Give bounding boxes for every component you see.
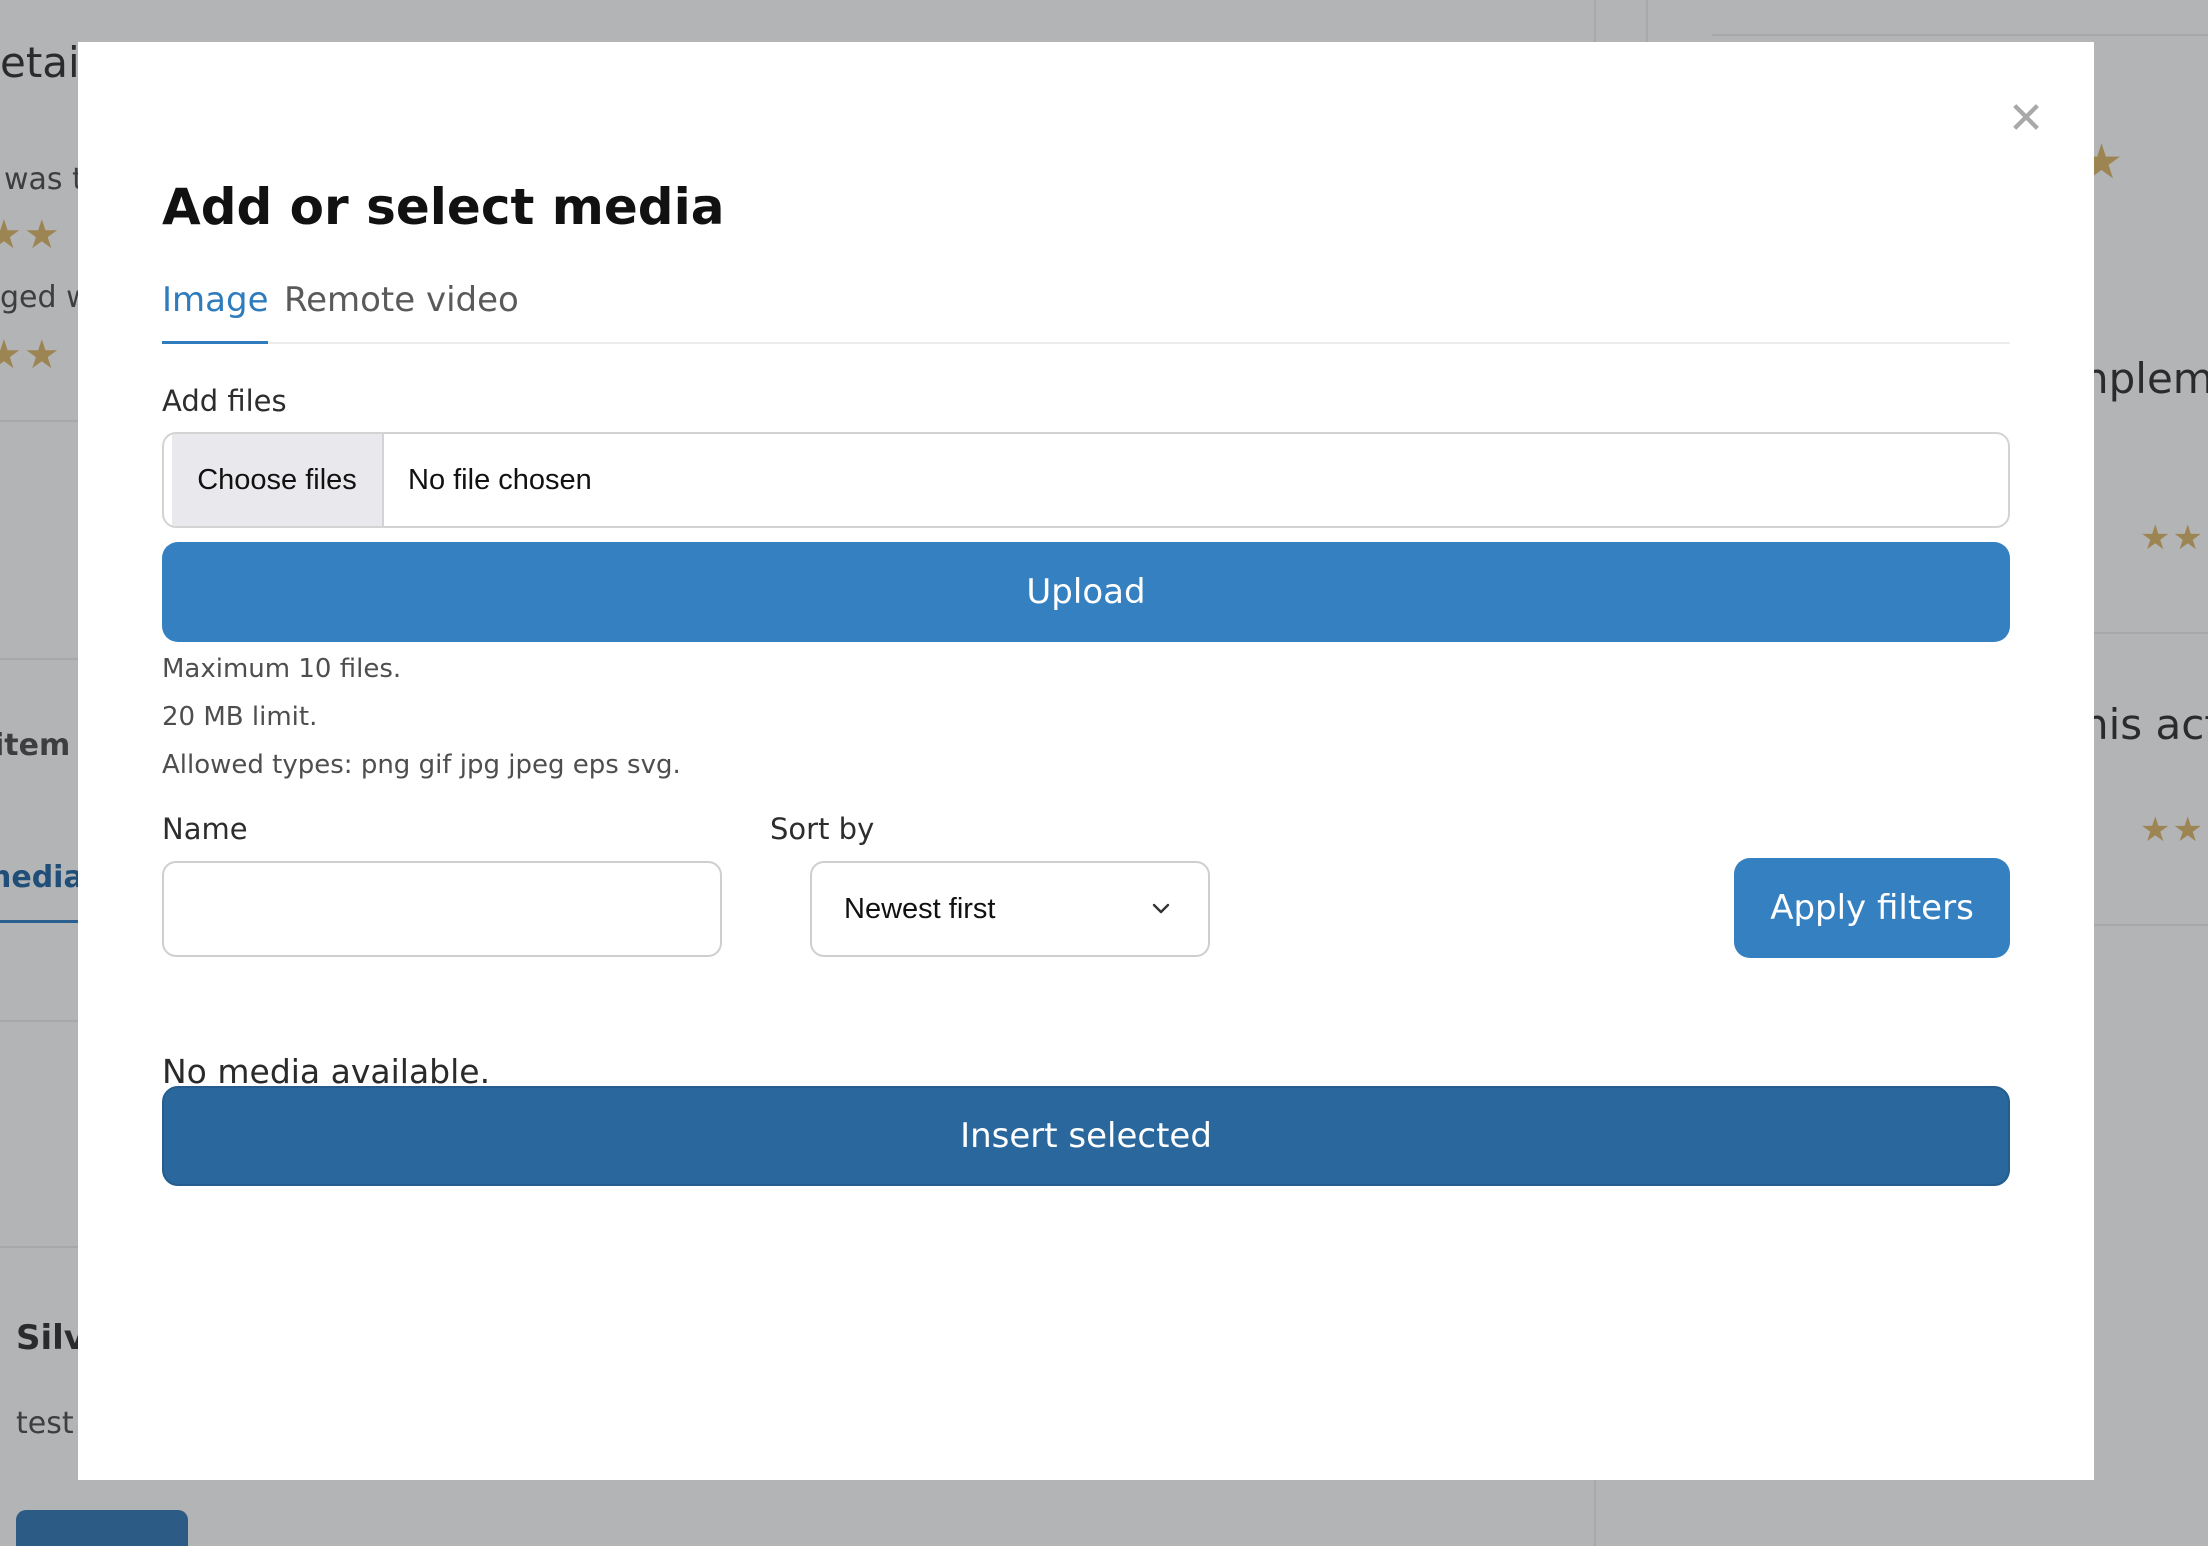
background-text: item [0,728,71,763]
media-tabs: Image Remote video [162,280,2010,344]
background-divider [0,1020,78,1022]
sort-by-select[interactable]: Newest first [810,861,1210,957]
close-icon[interactable]: ✕ [1998,90,2054,146]
background-tab-underline [0,920,78,923]
help-max-files: Maximum 10 files. [162,654,402,684]
background-heading: his acti [2082,700,2208,749]
insert-selected-button[interactable]: Insert selected [162,1086,2010,1186]
sort-by-value: Newest first [844,892,996,925]
media-modal: ✕ Add or select media Image Remote video… [78,42,2094,1480]
name-filter-label: Name [162,812,248,846]
background-divider [1646,0,1648,42]
tab-image[interactable]: Image [162,280,269,344]
background-rating-stars: ★★ [2140,518,2205,558]
background-tab-media: nedia [0,860,84,895]
background-text: test [16,1406,74,1441]
background-divider [2094,632,2208,634]
help-allowed-types: Allowed types: png gif jpg jpeg eps svg. [162,750,681,780]
upload-button[interactable]: Upload [162,542,2010,642]
background-heading: nplem [2082,354,2208,403]
background-divider [0,1246,78,1248]
background-divider [0,658,78,660]
background-divider [1712,34,2208,36]
background-divider [0,420,78,422]
background-button [16,1510,188,1546]
background-rating-stars: ★★ [0,332,62,378]
modal-title: Add or select media [162,178,725,236]
tab-remote-video[interactable]: Remote video [284,280,519,344]
sort-by-label: Sort by [770,812,875,846]
help-size-limit: 20 MB limit. [162,702,318,732]
file-input[interactable]: Choose files No file chosen [162,432,2010,528]
apply-filters-button[interactable]: Apply filters [1734,858,2010,958]
chevron-down-icon [1152,903,1170,914]
file-status: No file chosen [408,463,592,496]
name-filter-input[interactable] [162,861,722,957]
background-rating-stars: ★★ [2140,810,2205,850]
background-divider [2094,924,2208,926]
choose-files-button[interactable]: Choose files [172,434,384,526]
add-files-label: Add files [162,384,287,418]
background-rating-stars: ★★ [0,212,62,258]
